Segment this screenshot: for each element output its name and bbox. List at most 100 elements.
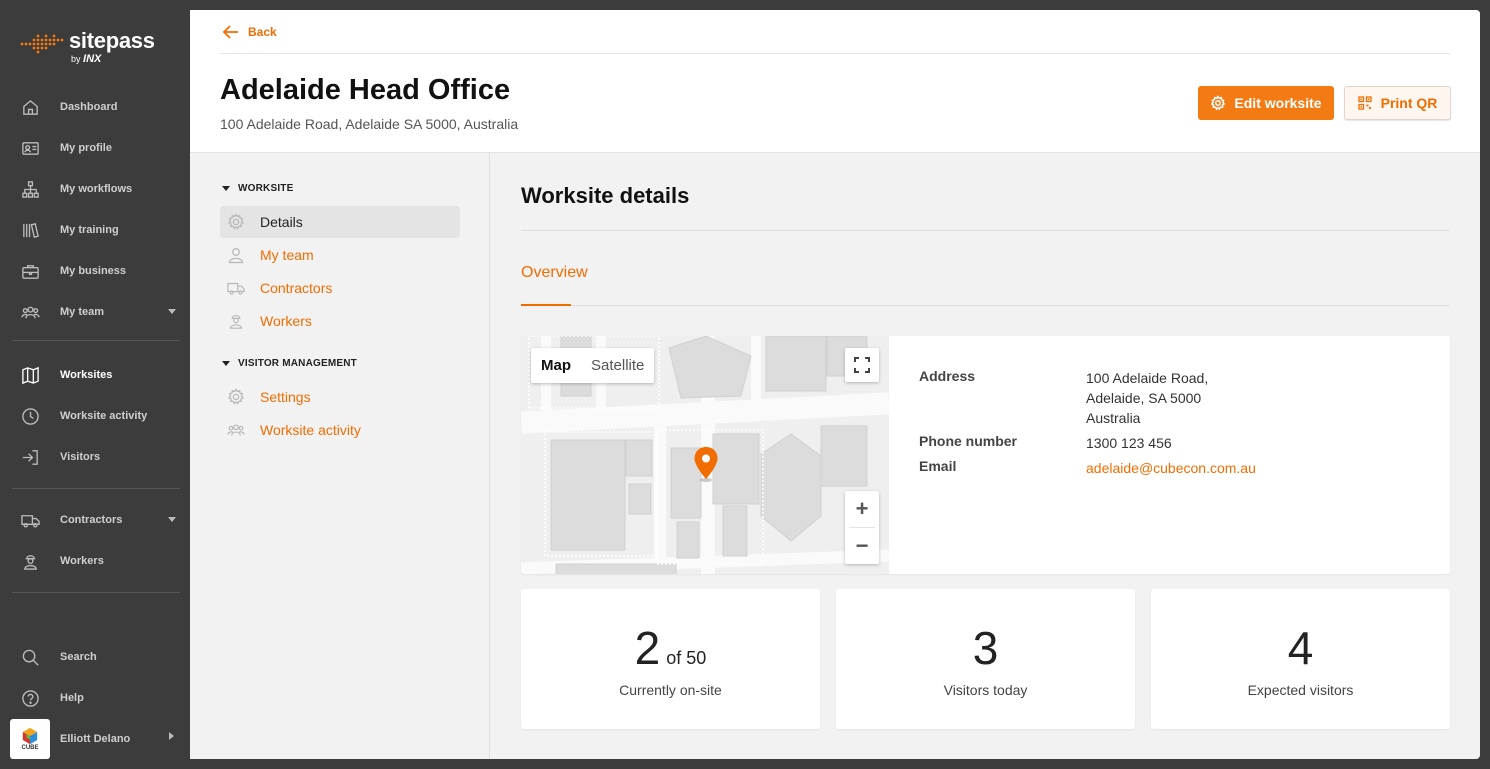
edit-worksite-label: Edit worksite bbox=[1234, 95, 1322, 111]
section-divider bbox=[521, 230, 1450, 231]
sign-in-icon bbox=[20, 447, 40, 467]
books-icon bbox=[20, 220, 40, 240]
tab-divider bbox=[521, 305, 1450, 306]
team-icon bbox=[20, 302, 40, 322]
back-link[interactable]: Back bbox=[222, 23, 277, 41]
edit-worksite-button[interactable]: Edit worksite bbox=[1198, 86, 1334, 120]
subnav-item-details[interactable]: Details bbox=[220, 206, 460, 238]
subnav-item-contractors[interactable]: Contractors bbox=[220, 272, 460, 304]
search-icon bbox=[20, 647, 40, 667]
tab-overview[interactable]: Overview bbox=[521, 264, 588, 282]
stat-value: 2 of 50 bbox=[634, 622, 707, 674]
nav-label: Visitors bbox=[60, 451, 101, 463]
header-divider bbox=[220, 53, 1450, 54]
help-icon bbox=[20, 688, 40, 708]
nav-my-business[interactable]: My business bbox=[0, 254, 190, 288]
nav-search[interactable]: Search bbox=[0, 640, 190, 674]
nav-label: Workers bbox=[60, 555, 104, 567]
print-qr-label: Print QR bbox=[1380, 95, 1438, 111]
nav-my-team[interactable]: My team bbox=[0, 295, 190, 329]
sidebar-divider bbox=[12, 488, 180, 489]
nav-dashboard[interactable]: Dashboard bbox=[0, 90, 190, 124]
nav-workers[interactable]: Workers bbox=[0, 544, 190, 578]
avatar-text: CUBE bbox=[21, 745, 39, 751]
map-icon bbox=[20, 365, 40, 385]
chevron-right-icon bbox=[169, 732, 174, 740]
arrow-left-icon bbox=[222, 25, 238, 39]
chevron-down-icon bbox=[168, 309, 176, 314]
email-label: Email bbox=[919, 458, 957, 474]
nav-label: Help bbox=[60, 692, 84, 704]
zoom-out-button[interactable]: − bbox=[845, 528, 879, 564]
section-heading-visitor-management[interactable]: VISITOR MANAGEMENT bbox=[222, 358, 357, 369]
nav-help[interactable]: Help bbox=[0, 681, 190, 715]
brand-by: by INX bbox=[71, 53, 102, 65]
nav-label: Search bbox=[60, 651, 97, 663]
worker-icon bbox=[226, 311, 246, 331]
briefcase-icon bbox=[20, 261, 40, 281]
nav-label: My business bbox=[60, 265, 127, 277]
clock-icon bbox=[20, 406, 40, 426]
truck-icon bbox=[226, 278, 246, 298]
cube-logo-icon bbox=[22, 727, 38, 745]
back-label: Back bbox=[248, 25, 277, 39]
brand-name: sitepass bbox=[69, 28, 155, 53]
fullscreen-icon bbox=[854, 357, 870, 373]
stat-value: 3 bbox=[972, 622, 999, 674]
section-heading-worksite[interactable]: WORKSITE bbox=[222, 183, 294, 194]
zoom-in-button[interactable]: + bbox=[845, 491, 879, 527]
section-title: Worksite details bbox=[521, 183, 690, 208]
nav-visitors[interactable]: Visitors bbox=[0, 440, 190, 474]
nav-worksite-activity[interactable]: Worksite activity bbox=[0, 399, 190, 433]
map-type-toggle: Map Satellite bbox=[531, 348, 655, 383]
map[interactable]: Map Satellite + − bbox=[521, 336, 889, 574]
caret-down-icon bbox=[222, 361, 230, 366]
nav-my-profile[interactable]: My profile bbox=[0, 131, 190, 165]
nav-label: My profile bbox=[60, 142, 112, 154]
subnav-item-workers[interactable]: Workers bbox=[220, 305, 460, 337]
address-line-2: Adelaide, SA 5000 bbox=[1086, 390, 1202, 406]
phone-value: 1300 123 456 bbox=[1086, 435, 1172, 451]
home-icon bbox=[20, 97, 40, 117]
worksite-details-card: Map Satellite + − Address 100 Adelaide R… bbox=[521, 336, 1450, 574]
nav-worksites[interactable]: Worksites bbox=[0, 358, 190, 392]
sidebar: sitepass by INX Dashboard My profile My … bbox=[0, 0, 190, 769]
nav-label: My team bbox=[60, 306, 105, 318]
map-type-map-button[interactable]: Map bbox=[531, 348, 581, 383]
sitepass-logo[interactable]: sitepass by INX bbox=[20, 30, 155, 65]
nav-label: Dashboard bbox=[60, 101, 118, 113]
map-pin-icon[interactable] bbox=[693, 446, 719, 484]
team-icon bbox=[226, 420, 246, 440]
stat-card-visitors-today: 3 Visitors today bbox=[836, 589, 1135, 729]
stat-card-on-site: 2 of 50 Currently on-site bbox=[521, 589, 820, 729]
nav-label: My workflows bbox=[60, 183, 133, 195]
gear-icon bbox=[226, 387, 246, 407]
truck-icon bbox=[20, 510, 40, 530]
subnav-item-my-team[interactable]: My team bbox=[220, 239, 460, 271]
caret-down-icon bbox=[222, 186, 230, 191]
print-qr-button[interactable]: Print QR bbox=[1344, 86, 1451, 120]
chevron-down-icon bbox=[168, 517, 176, 522]
stat-value: 4 bbox=[1287, 622, 1314, 674]
subnav-item-worksite-activity[interactable]: Worksite activity bbox=[220, 414, 460, 446]
nav-my-training[interactable]: My training bbox=[0, 213, 190, 247]
address-line-3: Australia bbox=[1086, 410, 1141, 426]
tab-active-indicator bbox=[521, 304, 571, 306]
subnav-item-settings[interactable]: Settings bbox=[220, 381, 460, 413]
fullscreen-button[interactable] bbox=[845, 348, 879, 382]
page-title: Adelaide Head Office bbox=[220, 74, 511, 106]
nav-label: My training bbox=[60, 224, 119, 236]
page-subtitle: 100 Adelaide Road, Adelaide SA 5000, Aus… bbox=[220, 116, 519, 132]
worker-icon bbox=[20, 551, 40, 571]
email-link[interactable]: adelaide@cubecon.com.au bbox=[1086, 458, 1256, 478]
workflow-icon bbox=[20, 179, 40, 199]
qr-code-icon bbox=[1357, 96, 1372, 110]
id-card-icon bbox=[20, 138, 40, 158]
nav-contractors[interactable]: Contractors bbox=[0, 503, 190, 537]
stat-suffix: of 50 bbox=[666, 648, 707, 668]
user-menu[interactable]: CUBE Elliott Delano bbox=[0, 719, 190, 759]
main-panel: Back Adelaide Head Office 100 Adelaide R… bbox=[190, 10, 1480, 759]
stat-caption: Currently on-site bbox=[619, 682, 722, 698]
map-type-satellite-button[interactable]: Satellite bbox=[581, 348, 654, 383]
nav-my-workflows[interactable]: My workflows bbox=[0, 172, 190, 206]
